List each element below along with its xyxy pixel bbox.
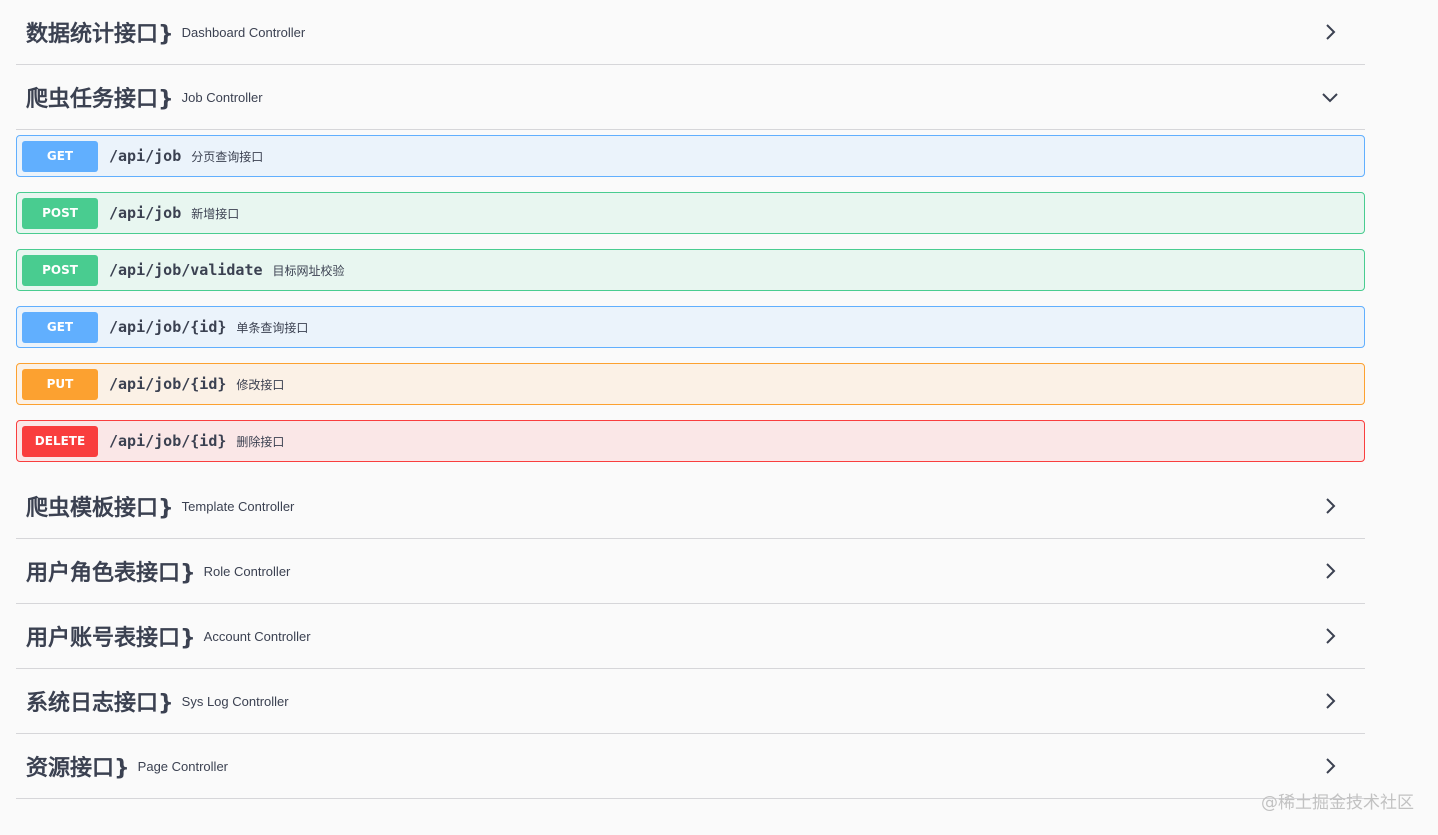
section-description: Dashboard Controller <box>181 24 306 40</box>
operation-path: /api/job/{id} <box>109 432 227 450</box>
operation-path: /api/job/{id} <box>109 318 227 336</box>
section-sys-log[interactable]: 系统日志接口} Sys Log Controller <box>16 669 1365 734</box>
section-title: 系统日志接口} <box>26 691 174 716</box>
method-badge: GET <box>22 140 98 172</box>
method-badge: DELETE <box>22 425 98 457</box>
section-account[interactable]: 用户账号表接口} Account Controller <box>16 604 1365 669</box>
section-description: Sys Log Controller <box>181 693 289 709</box>
operation-summary: 分页查询接口 <box>191 149 264 164</box>
section-description: Role Controller <box>203 563 291 579</box>
operation-summary: 删除接口 <box>236 434 285 449</box>
method-badge: GET <box>22 311 98 343</box>
chevron-right-icon[interactable] <box>1320 626 1340 646</box>
method-badge: PUT <box>22 368 98 400</box>
operation-summary: 单条查询接口 <box>236 320 309 335</box>
chevron-right-icon[interactable] <box>1320 756 1340 776</box>
job-operations: GET /api/job 分页查询接口 POST /api/job 新增接口 P… <box>16 130 1365 474</box>
chevron-right-icon[interactable] <box>1320 22 1340 42</box>
operation-post-job[interactable]: POST /api/job 新增接口 <box>16 192 1365 234</box>
section-job[interactable]: 爬虫任务接口} Job Controller <box>16 65 1365 130</box>
chevron-right-icon[interactable] <box>1320 496 1340 516</box>
api-docs-list: 数据统计接口} Dashboard Controller 爬虫任务接口} Job… <box>16 0 1365 799</box>
operation-summary: 修改接口 <box>236 377 285 392</box>
section-title: 资源接口} <box>26 756 130 781</box>
operation-delete-job[interactable]: DELETE /api/job/{id} 删除接口 <box>16 420 1365 462</box>
operation-post-job-validate[interactable]: POST /api/job/validate 目标网址校验 <box>16 249 1365 291</box>
section-description: Page Controller <box>137 758 228 774</box>
operation-path: /api/job/{id} <box>109 375 227 393</box>
section-role[interactable]: 用户角色表接口} Role Controller <box>16 539 1365 604</box>
operation-summary: 新增接口 <box>191 206 240 221</box>
section-description: Job Controller <box>181 89 263 105</box>
section-template[interactable]: 爬虫模板接口} Template Controller <box>16 474 1365 539</box>
section-dashboard[interactable]: 数据统计接口} Dashboard Controller <box>16 0 1365 65</box>
section-title: 用户账号表接口} <box>26 626 196 651</box>
section-title: 数据统计接口} <box>26 22 174 47</box>
operation-get-job-by-id[interactable]: GET /api/job/{id} 单条查询接口 <box>16 306 1365 348</box>
operation-path: /api/job/validate <box>109 261 263 279</box>
section-title: 爬虫模板接口} <box>26 496 174 521</box>
operation-get-job-list[interactable]: GET /api/job 分页查询接口 <box>16 135 1365 177</box>
chevron-right-icon[interactable] <box>1320 561 1340 581</box>
method-badge: POST <box>22 197 98 229</box>
section-description: Account Controller <box>203 628 311 644</box>
section-title: 用户角色表接口} <box>26 561 196 586</box>
operation-summary: 目标网址校验 <box>272 263 345 278</box>
section-page[interactable]: 资源接口} Page Controller <box>16 734 1365 799</box>
method-badge: POST <box>22 254 98 286</box>
chevron-down-icon[interactable] <box>1320 87 1340 107</box>
operation-put-job[interactable]: PUT /api/job/{id} 修改接口 <box>16 363 1365 405</box>
watermark: @稀土掘金技术社区 <box>1261 793 1414 813</box>
section-title: 爬虫任务接口} <box>26 87 174 112</box>
section-description: Template Controller <box>181 498 295 514</box>
operation-path: /api/job <box>109 147 182 165</box>
operation-path: /api/job <box>109 204 182 222</box>
chevron-right-icon[interactable] <box>1320 691 1340 711</box>
